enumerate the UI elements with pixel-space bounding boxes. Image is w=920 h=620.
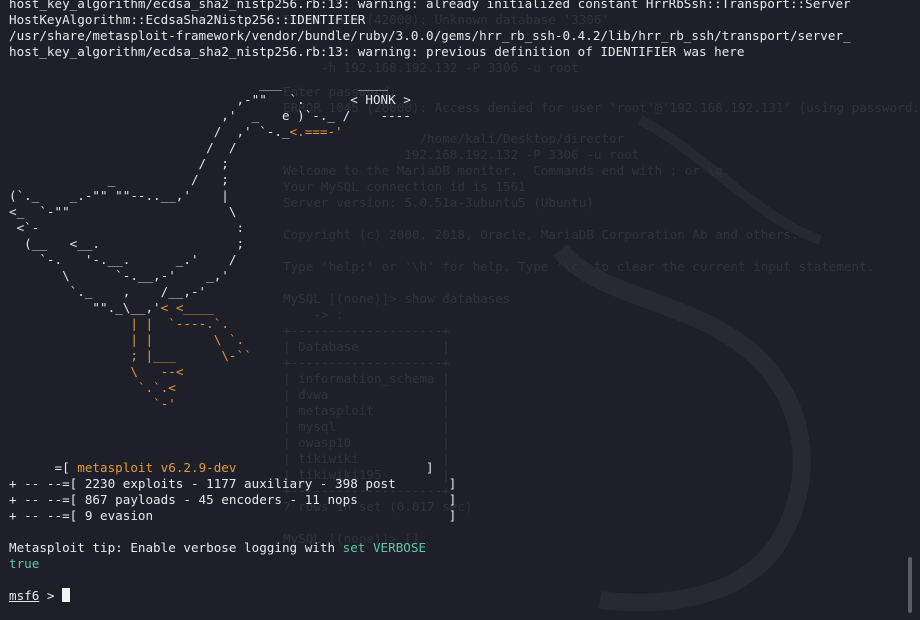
goose-ascii-art: `.`.< xyxy=(137,380,176,395)
goose-ascii-art: ___ ____ xyxy=(9,76,389,91)
goose-ascii-art: ; |___ \-`` xyxy=(130,348,252,363)
warning-line: host_key_algorithm/ecdsa_sha2_nistp256.r… xyxy=(9,0,851,11)
goose-ascii-art: \ `-.__,-' _,' xyxy=(9,268,229,283)
terminal-window[interactable]: host_key_algorithm/ecdsa_sha2_nistp256.r… xyxy=(9,0,909,620)
goose-ascii-art: / ; xyxy=(9,156,229,171)
goose-ascii-art: ""._\__,'< <____ xyxy=(9,300,214,315)
text-cursor[interactable] xyxy=(62,588,71,602)
honk-speech-bubble: < HONK > xyxy=(350,92,411,107)
goose-ascii-art: | | \ `. xyxy=(130,332,245,347)
warning-line: /usr/share/metasploit-framework/vendor/b… xyxy=(9,28,851,43)
prompt-label: msf6 xyxy=(9,588,40,603)
goose-ascii-art: (`._ _.-"" ""--..__,' | xyxy=(9,188,229,203)
goose-ascii-art: `._ , /__,-' xyxy=(9,284,207,299)
goose-ascii-art: \ --< xyxy=(130,364,184,379)
goose-ascii-art: `-. '-.__. _.' / xyxy=(9,252,237,267)
goose-ascii-art: <`- : xyxy=(9,220,245,235)
banner-stats-line: + -- --=[ 9 evasion ] xyxy=(9,508,457,523)
banner-version-line: =[ metasploit v6.2.9-dev ] xyxy=(9,460,434,475)
goose-ascii-art: `-' xyxy=(153,396,176,411)
goose-ascii-art: <_ `-"" \ xyxy=(9,204,237,219)
warning-line: host_key_algorithm/ecdsa_sha2_nistp256.r… xyxy=(9,44,745,59)
scrollbar-thumb[interactable] xyxy=(908,557,912,613)
tip-value: true xyxy=(9,556,40,571)
goose-ascii-art: ,-"" `. < HONK > xyxy=(9,92,411,107)
warning-line: HostKeyAlgorithm::EcdsaSha2Nistp256::IDE… xyxy=(9,12,366,27)
banner-stats-line: + -- --=[ 2230 exploits - 1177 auxiliary… xyxy=(9,476,457,491)
goose-ascii-art: / ,' `-._<.===-' xyxy=(9,124,343,139)
command-prompt[interactable]: msf6 > xyxy=(9,588,71,604)
tip-command: set VERBOSE xyxy=(342,540,427,555)
goose-ascii-art: | | `----.`. xyxy=(130,316,229,331)
version-text: metasploit v6.2.9-dev xyxy=(77,460,237,475)
tip-line: Metasploit tip: Enable verbose logging w… xyxy=(9,540,427,555)
goose-ascii-art: _ / ; xyxy=(9,172,229,187)
goose-ascii-art: / / xyxy=(9,140,237,155)
banner-stats-line: + -- --=[ 867 payloads - 45 encoders - 1… xyxy=(9,492,457,507)
goose-ascii-art: ,' _ e )`-._ / ---- xyxy=(9,108,411,123)
goose-ascii-art: (__ <__. ; xyxy=(9,236,245,251)
prompt-symbol: > xyxy=(39,588,63,603)
